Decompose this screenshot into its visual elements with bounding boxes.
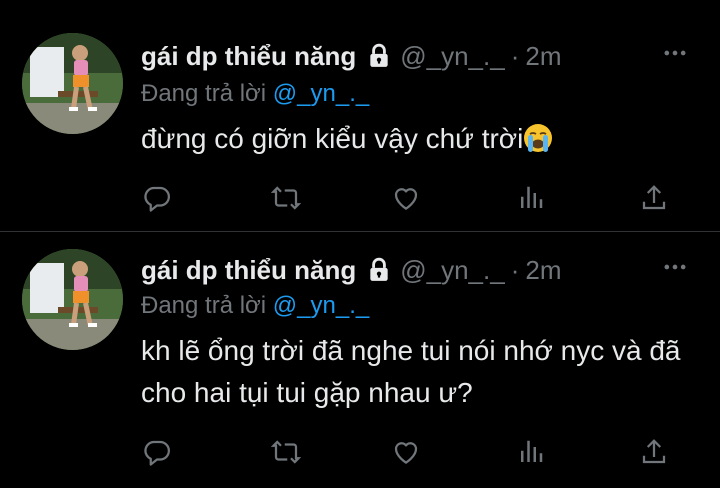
more-options-icon[interactable]: [660, 38, 690, 68]
tweet-text: đừng có giỡn kiểu vậy chứ trời: [141, 118, 701, 160]
reply-prefix: Đang trả lời: [141, 80, 273, 107]
avatar-photo: [22, 249, 123, 350]
avatar-photo: [22, 33, 123, 134]
avatar[interactable]: [22, 33, 123, 134]
tweet-text-content: kh lẽ ổng trời đã nghe tui nói nhớ nyc v…: [141, 335, 681, 408]
display-name[interactable]: gái dp thiểu năng: [141, 255, 356, 286]
lock-icon: [366, 43, 392, 69]
replying-to: Đang trả lời @_yn_._: [141, 292, 369, 320]
more-options-icon[interactable]: [660, 252, 690, 282]
share-icon[interactable]: [636, 180, 672, 216]
display-name[interactable]: gái dp thiểu năng: [141, 41, 356, 72]
replying-to: Đang trả lời @_yn_._: [141, 80, 369, 108]
timestamp[interactable]: 2m: [525, 255, 561, 286]
separator-dot: ·: [510, 254, 520, 285]
tweet-actions: [141, 180, 681, 216]
tweet-text: kh lẽ ổng trời đã nghe tui nói nhớ nyc v…: [141, 330, 701, 414]
loudly-crying-face-icon: [523, 123, 553, 153]
tweet-header: gái dp thiểu năng @_yn_._ · 2m: [141, 38, 561, 74]
tweet-card[interactable]: gái dp thiểu năng @_yn_._ · 2m Đang trả …: [0, 0, 720, 232]
avatar[interactable]: [22, 249, 123, 350]
tweet-actions: [141, 434, 681, 470]
separator-dot: ·: [510, 40, 520, 71]
views-icon[interactable]: [513, 180, 549, 216]
lock-icon: [366, 257, 392, 283]
tweet-text-content: đừng có giỡn kiểu vậy chứ trời: [141, 123, 524, 154]
user-handle[interactable]: @_yn_._: [400, 255, 504, 286]
heart-icon[interactable]: [388, 180, 424, 216]
timestamp[interactable]: 2m: [525, 41, 561, 72]
tweet-card[interactable]: gái dp thiểu năng @_yn_._ · 2m Đang trả …: [0, 232, 720, 488]
reply-icon[interactable]: [139, 180, 175, 216]
heart-icon[interactable]: [388, 434, 424, 470]
reply-icon[interactable]: [139, 434, 175, 470]
reply-prefix: Đang trả lời: [141, 292, 273, 319]
views-icon[interactable]: [513, 434, 549, 470]
retweet-icon[interactable]: [268, 180, 304, 216]
tweet-feed: gái dp thiểu năng @_yn_._ · 2m Đang trả …: [0, 0, 720, 488]
share-icon[interactable]: [636, 434, 672, 470]
reply-handle-link[interactable]: @_yn_._: [273, 80, 369, 107]
reply-handle-link[interactable]: @_yn_._: [273, 292, 369, 319]
retweet-icon[interactable]: [268, 434, 304, 470]
user-handle[interactable]: @_yn_._: [400, 41, 504, 72]
tweet-header: gái dp thiểu năng @_yn_._ · 2m: [141, 252, 561, 288]
